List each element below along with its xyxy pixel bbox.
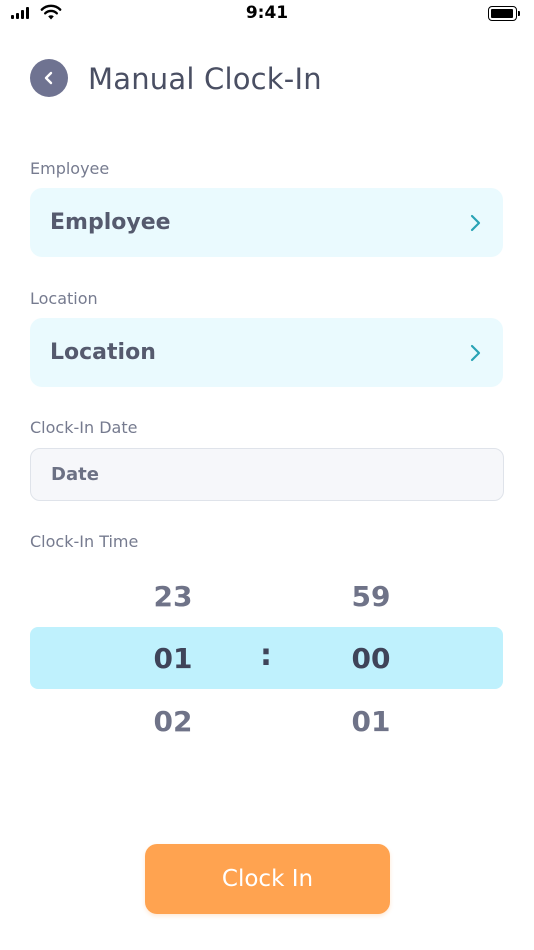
clock-in-button[interactable]: Clock In	[145, 844, 390, 914]
page-title: Manual Clock-In	[88, 62, 322, 96]
employee-value: Employee	[50, 210, 171, 235]
hour-option[interactable]: 23	[133, 580, 213, 613]
location-label: Location	[30, 289, 98, 308]
chevron-left-icon	[44, 71, 53, 85]
date-input[interactable]	[30, 448, 504, 501]
minute-option[interactable]: 01	[331, 705, 411, 738]
chevron-right-icon	[470, 344, 481, 361]
chevron-right-icon	[470, 214, 481, 231]
status-time: 9:41	[245, 3, 289, 23]
minute-selected[interactable]: 00	[331, 642, 411, 675]
location-value: Location	[50, 340, 156, 365]
time-separator: :	[260, 638, 272, 673]
status-bar: 9:41	[0, 0, 534, 30]
battery-icon	[488, 6, 521, 21]
hour-option[interactable]: 02	[133, 705, 213, 738]
clock-in-date-label: Clock-In Date	[30, 418, 138, 437]
employee-select[interactable]: Employee	[30, 188, 503, 257]
back-button[interactable]	[30, 59, 68, 97]
location-select[interactable]: Location	[30, 318, 503, 387]
clock-in-time-label: Clock-In Time	[30, 532, 139, 551]
employee-label: Employee	[30, 159, 110, 178]
minute-option[interactable]: 59	[331, 580, 411, 613]
hour-selected[interactable]: 01	[133, 642, 213, 675]
